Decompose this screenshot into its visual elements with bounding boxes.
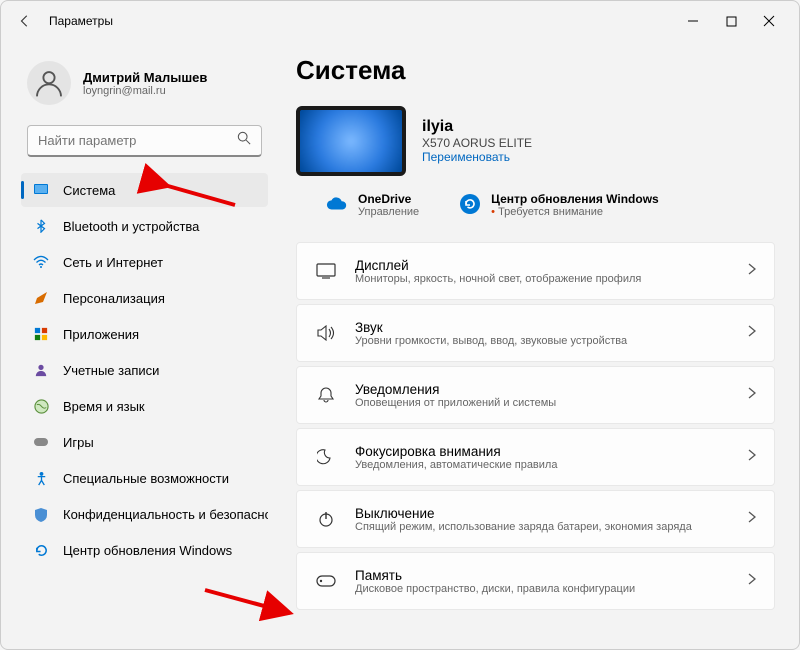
- wifi-icon: [33, 254, 49, 270]
- bluetooth-icon: [33, 218, 49, 234]
- quick-title: Центр обновления Windows: [491, 192, 659, 206]
- device-block: ilyia X570 AORUS ELITE Переименовать: [296, 106, 775, 176]
- user-name: Дмитрий Малышев: [83, 70, 207, 85]
- moon-icon: [315, 446, 337, 468]
- nav-label: Время и язык: [63, 399, 145, 414]
- speaker-icon: [315, 322, 337, 344]
- avatar: [27, 61, 71, 105]
- page-heading: Система: [296, 55, 775, 86]
- nav-label: Персонализация: [63, 291, 165, 306]
- maximize-button[interactable]: [721, 11, 741, 31]
- brush-icon: [33, 290, 49, 306]
- device-name: ilyia: [422, 118, 532, 136]
- card-title: Уведомления: [355, 382, 748, 397]
- card-sub: Мониторы, яркость, ночной свет, отображе…: [355, 273, 748, 285]
- card-title: Звук: [355, 320, 748, 335]
- globe-icon: [33, 398, 49, 414]
- back-button[interactable]: [9, 5, 41, 37]
- cloud-icon: [326, 193, 348, 215]
- titlebar: Параметры: [1, 1, 799, 41]
- card-sub: Дисковое пространство, диски, правила ко…: [355, 583, 748, 595]
- rename-link[interactable]: Переименовать: [422, 150, 532, 164]
- search-input[interactable]: [38, 133, 237, 148]
- search-icon: [237, 131, 251, 150]
- chevron-right-icon: [748, 572, 756, 590]
- card-storage[interactable]: Память Дисковое пространство, диски, пра…: [296, 552, 775, 610]
- chevron-right-icon: [748, 324, 756, 342]
- main-panel: Система ilyia X570 AORUS ELITE Переимено…: [276, 41, 799, 649]
- nav-bluetooth[interactable]: Bluetooth и устройства: [21, 209, 268, 243]
- nav-label: Специальные возможности: [63, 471, 229, 486]
- nav-gaming[interactable]: Игры: [21, 425, 268, 459]
- device-thumbnail: [296, 106, 406, 176]
- card-sub: Уведомления, автоматические правила: [355, 459, 748, 471]
- nav-system[interactable]: Система: [21, 173, 268, 207]
- card-sub: Уровни громкости, вывод, ввод, звуковые …: [355, 335, 748, 347]
- card-sub: Спящий режим, использование заряда батар…: [355, 521, 748, 533]
- sidebar: Дмитрий Малышев loyngrin@mail.ru Система…: [1, 41, 276, 649]
- nav-label: Приложения: [63, 327, 139, 342]
- quick-onedrive[interactable]: OneDrive Управление: [326, 192, 419, 218]
- chevron-right-icon: [748, 262, 756, 280]
- nav-label: Учетные записи: [63, 363, 159, 378]
- chevron-right-icon: [748, 510, 756, 528]
- person-icon: [33, 362, 49, 378]
- close-button[interactable]: [759, 11, 779, 31]
- chevron-right-icon: [748, 448, 756, 466]
- window-title: Параметры: [49, 14, 113, 28]
- user-email: loyngrin@mail.ru: [83, 85, 207, 97]
- nav-personalization[interactable]: Персонализация: [21, 281, 268, 315]
- nav-label: Система: [63, 183, 115, 198]
- quick-sub: Управление: [358, 206, 419, 218]
- nav-windows-update[interactable]: Центр обновления Windows: [21, 533, 268, 567]
- user-block[interactable]: Дмитрий Малышев loyngrin@mail.ru: [27, 61, 268, 105]
- apps-icon: [33, 326, 49, 342]
- sync-icon: [459, 193, 481, 215]
- chevron-right-icon: [748, 386, 756, 404]
- card-title: Память: [355, 568, 748, 583]
- card-sound[interactable]: Звук Уровни громкости, вывод, ввод, звук…: [296, 304, 775, 362]
- nav-time-language[interactable]: Время и язык: [21, 389, 268, 423]
- quick-update[interactable]: Центр обновления Windows Требуется внима…: [459, 192, 659, 218]
- power-icon: [315, 508, 337, 530]
- nav-label: Bluetooth и устройства: [63, 219, 199, 234]
- card-title: Фокусировка внимания: [355, 444, 748, 459]
- card-focus[interactable]: Фокусировка внимания Уведомления, автома…: [296, 428, 775, 486]
- quick-links: OneDrive Управление Центр обновления Win…: [326, 192, 775, 218]
- card-notifications[interactable]: Уведомления Оповещения от приложений и с…: [296, 366, 775, 424]
- settings-list: Дисплей Мониторы, яркость, ночной свет, …: [296, 242, 775, 610]
- nav-label: Сеть и Интернет: [63, 255, 163, 270]
- shield-icon: [33, 506, 49, 522]
- accessibility-icon: [33, 470, 49, 486]
- nav-accessibility[interactable]: Специальные возможности: [21, 461, 268, 495]
- monitor-icon: [315, 260, 337, 282]
- card-title: Дисплей: [355, 258, 748, 273]
- search-box[interactable]: [27, 125, 262, 157]
- bell-icon: [315, 384, 337, 406]
- quick-title: OneDrive: [358, 192, 419, 206]
- window-controls: [683, 11, 791, 31]
- nav-list: Система Bluetooth и устройства Сеть и Ин…: [21, 173, 268, 567]
- card-title: Выключение: [355, 506, 748, 521]
- settings-window: Параметры Дмитрий Малышев loyngrin@mail.…: [0, 0, 800, 650]
- device-model: X570 AORUS ELITE: [422, 136, 532, 150]
- quick-sub: Требуется внимание: [491, 206, 659, 218]
- nav-label: Конфиденциальность и безопасность: [63, 507, 268, 522]
- card-sub: Оповещения от приложений и системы: [355, 397, 748, 409]
- gamepad-icon: [33, 434, 49, 450]
- nav-label: Игры: [63, 435, 94, 450]
- content-area: Дмитрий Малышев loyngrin@mail.ru Система…: [1, 41, 799, 649]
- nav-apps[interactable]: Приложения: [21, 317, 268, 351]
- nav-network[interactable]: Сеть и Интернет: [21, 245, 268, 279]
- update-icon: [33, 542, 49, 558]
- nav-label: Центр обновления Windows: [63, 543, 232, 558]
- display-icon: [33, 182, 49, 198]
- card-display[interactable]: Дисплей Мониторы, яркость, ночной свет, …: [296, 242, 775, 300]
- nav-accounts[interactable]: Учетные записи: [21, 353, 268, 387]
- storage-icon: [315, 570, 337, 592]
- minimize-button[interactable]: [683, 11, 703, 31]
- card-power[interactable]: Выключение Спящий режим, использование з…: [296, 490, 775, 548]
- nav-privacy[interactable]: Конфиденциальность и безопасность: [21, 497, 268, 531]
